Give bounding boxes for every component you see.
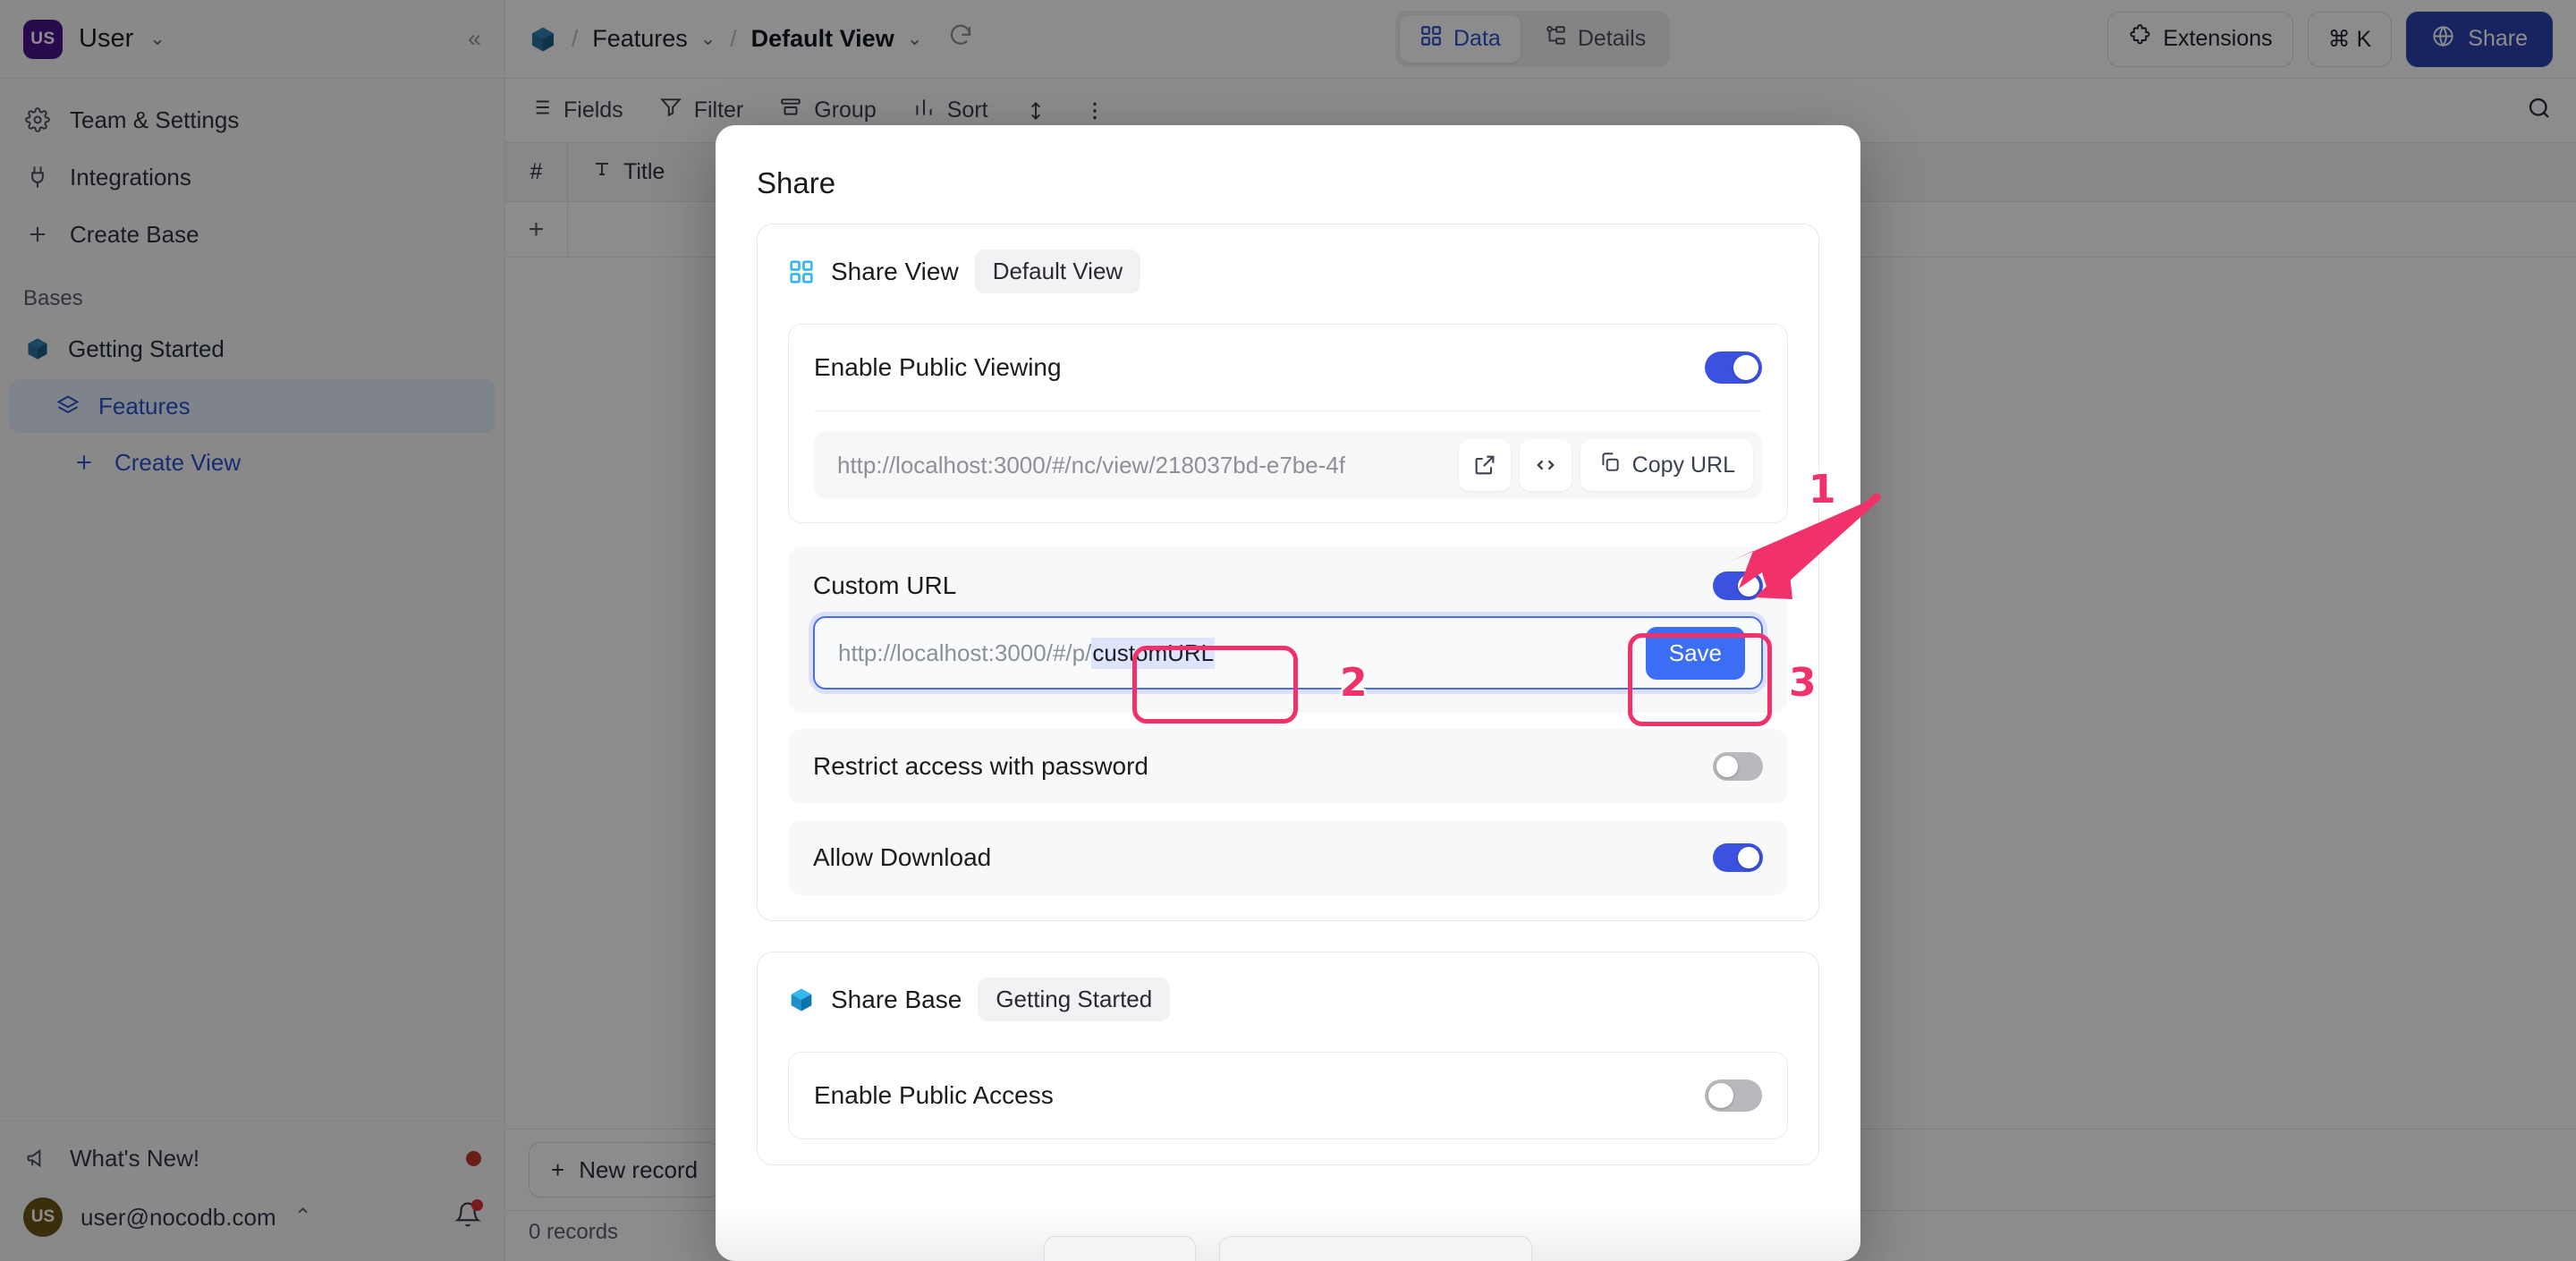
public-url-text[interactable]: http://localhost:3000/#/nc/view/218037bd… <box>837 452 1450 479</box>
share-base-card: Share Base Getting Started Enable Public… <box>757 952 1819 1165</box>
enable-public-access-toggle[interactable] <box>1705 1079 1762 1112</box>
annotation-box-save-button <box>1628 633 1772 726</box>
share-view-card: Share View Default View Enable Public Vi… <box>757 224 1819 921</box>
allow-download-toggle[interactable] <box>1713 843 1763 872</box>
share-view-label: Share View <box>831 257 959 285</box>
modal-footer-button-1[interactable] <box>1044 1236 1196 1261</box>
app-root: US User ⌄ « Team & Settings Integrations <box>0 0 2576 1261</box>
custom-url-row: Custom URL <box>813 552 1763 616</box>
modal-footer <box>716 1206 1860 1261</box>
copy-icon <box>1598 451 1622 480</box>
annotation-box-custom-url-value <box>1132 646 1298 724</box>
share-base-header: Share Base Getting Started <box>788 977 1788 1021</box>
restrict-password-row: Restrict access with password <box>788 729 1788 804</box>
enable-public-viewing-label: Enable Public Viewing <box>814 353 1062 381</box>
public-viewing-panel: Enable Public Viewing http://localhost:3… <box>788 324 1788 523</box>
modal-title: Share <box>757 166 836 199</box>
annotation-arrow-1 <box>1730 493 1881 599</box>
enable-public-viewing-row: Enable Public Viewing <box>789 325 1787 410</box>
share-view-header: Share View Default View <box>788 250 1788 293</box>
grid-icon <box>788 258 815 285</box>
custom-url-prefix: http://localhost:3000/#/p/ <box>838 639 1092 666</box>
share-view-name-pill: Default View <box>974 250 1141 293</box>
share-base-label: Share Base <box>831 985 962 1013</box>
enable-public-access-row: Enable Public Access <box>789 1053 1787 1138</box>
modal-footer-button-2[interactable] <box>1219 1236 1532 1261</box>
custom-url-label: Custom URL <box>813 571 957 599</box>
external-link-icon[interactable] <box>1458 439 1511 491</box>
enable-public-access-label: Enable Public Access <box>814 1081 1054 1109</box>
public-url-box: http://localhost:3000/#/nc/view/218037bd… <box>814 431 1762 499</box>
annotation-number-3: 3 <box>1789 660 1817 706</box>
code-embed-icon[interactable] <box>1519 439 1572 491</box>
annotation-number-2: 2 <box>1340 660 1368 706</box>
public-url-row: http://localhost:3000/#/nc/view/218037bd… <box>789 411 1787 522</box>
allow-download-label: Allow Download <box>813 843 992 871</box>
restrict-password-toggle[interactable] <box>1713 752 1763 781</box>
enable-public-viewing-toggle[interactable] <box>1705 351 1762 384</box>
share-base-name-pill: Getting Started <box>978 977 1171 1021</box>
public-access-panel: Enable Public Access <box>788 1052 1788 1139</box>
allow-download-row: Allow Download <box>788 820 1788 895</box>
annotation-number-1: 1 <box>1809 467 1836 512</box>
restrict-password-label: Restrict access with password <box>813 752 1149 780</box>
base-cube-icon <box>788 986 815 1013</box>
